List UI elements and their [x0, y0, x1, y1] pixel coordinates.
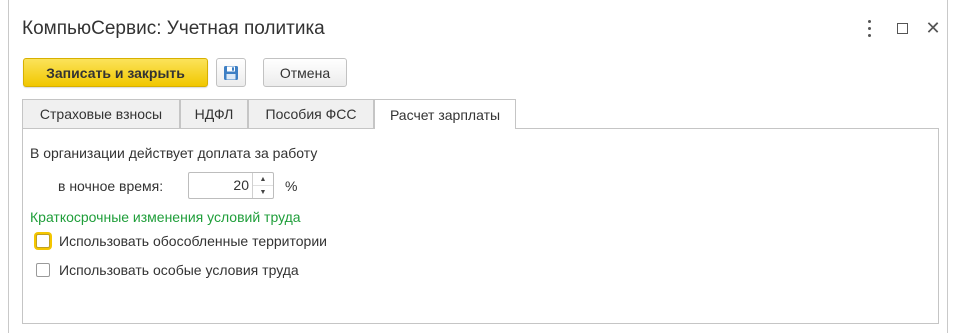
tab-label: Пособия ФСС — [265, 106, 357, 122]
tab-payroll[interactable]: Расчет зарплаты — [374, 99, 516, 129]
territories-label[interactable]: Использовать обособленные территории — [59, 233, 327, 249]
special-conditions-label[interactable]: Использовать особые условия труда — [59, 262, 299, 278]
stepper-up-icon[interactable]: ▲ — [253, 173, 273, 186]
special-conditions-checkbox[interactable] — [36, 263, 50, 277]
percent-unit: % — [285, 178, 298, 194]
close-icon[interactable]: ✕ — [923, 17, 943, 39]
territories-checkbox[interactable] — [36, 234, 50, 248]
allowance-heading: В организации действует доплата за работ… — [30, 145, 318, 161]
night-percent-value: 20 — [233, 177, 249, 193]
tab-ndfl[interactable]: НДФЛ — [180, 99, 248, 128]
maximize-icon[interactable] — [892, 17, 912, 39]
tab-insurance-contributions[interactable]: Страховые взносы — [22, 99, 180, 128]
cancel-label: Отмена — [279, 64, 331, 81]
stepper-buttons: ▲ ▼ — [252, 173, 273, 198]
save-button[interactable] — [216, 58, 246, 87]
form-window: КомпьюСервис: Учетная политика ✕ Записат… — [8, 0, 948, 333]
tab-label: НДФЛ — [194, 106, 234, 122]
short-term-heading: Краткосрочные изменения условий труда — [30, 209, 301, 225]
night-time-label: в ночное время: — [58, 178, 164, 194]
tab-label: Страховые взносы — [39, 106, 163, 122]
stepper-down-icon[interactable]: ▼ — [253, 186, 273, 198]
tab-label: Расчет зарплаты — [389, 106, 501, 123]
more-vertical-icon[interactable] — [859, 17, 879, 39]
save-and-close-label: Записать и закрыть — [46, 64, 185, 81]
save-and-close-button[interactable]: Записать и закрыть — [23, 58, 208, 87]
tab-fss-benefits[interactable]: Пособия ФСС — [248, 99, 374, 128]
night-percent-stepper[interactable]: 20 ▲ ▼ — [188, 172, 274, 199]
floppy-disk-icon — [224, 65, 238, 80]
cancel-button[interactable]: Отмена — [263, 58, 347, 87]
window-title: КомпьюСервис: Учетная политика — [22, 18, 325, 39]
